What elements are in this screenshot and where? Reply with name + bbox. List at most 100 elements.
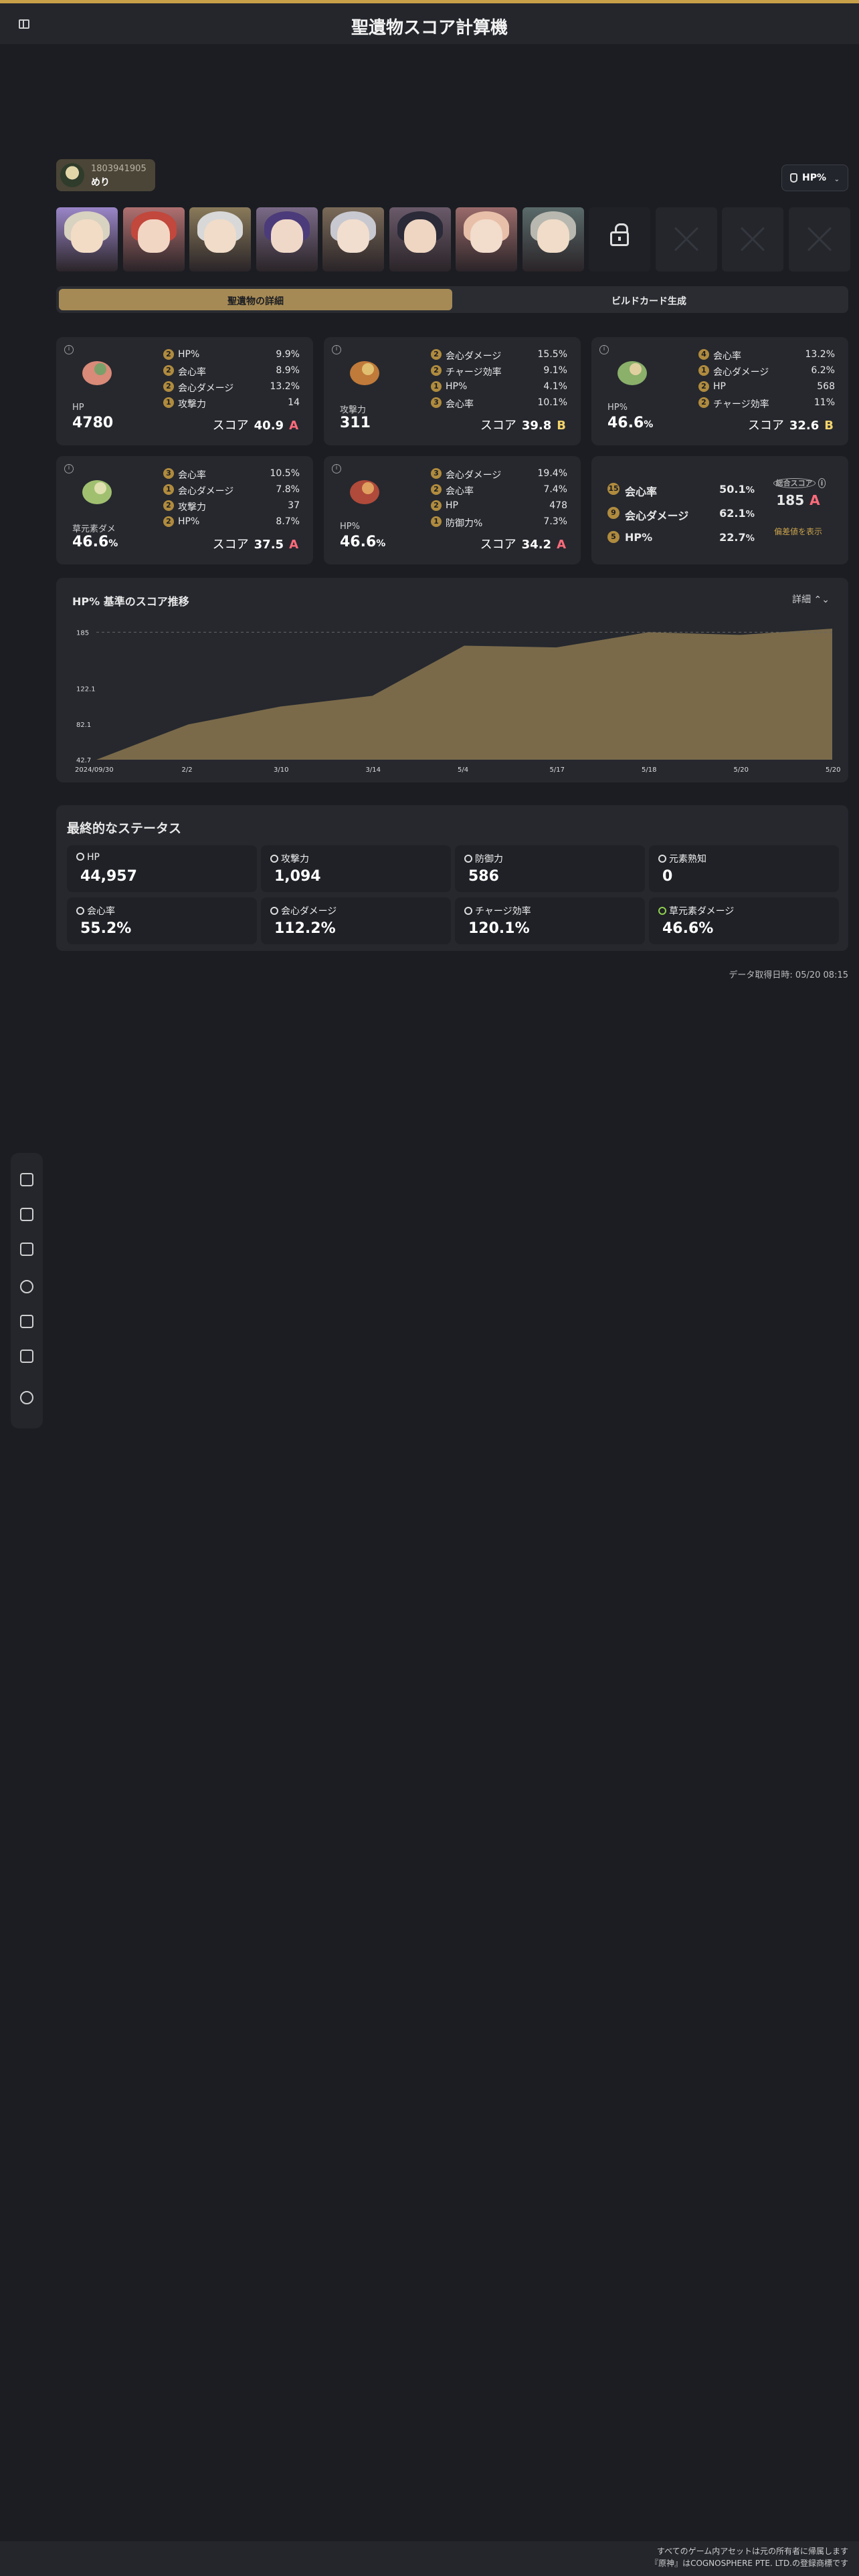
summary-stat-name: HP% [625, 531, 653, 544]
info-icon[interactable]: i [599, 345, 609, 354]
character-portrait[interactable] [322, 207, 384, 272]
substat-row: 2 HP% 8.7% [163, 515, 300, 528]
final-stat-name: 草元素ダメージ [658, 904, 734, 918]
final-stat: チャージ効率 120.1% [455, 897, 645, 944]
edit-icon[interactable] [20, 1208, 33, 1221]
score-type-select[interactable]: HP% ⌄ [781, 165, 848, 191]
substat-name: チャージ効率 [713, 399, 769, 410]
character-portrait[interactable] [256, 207, 318, 272]
character-portrait[interactable] [389, 207, 451, 272]
roll-count-badge: 3 [163, 468, 174, 479]
score-area [96, 629, 832, 760]
substat-name: 会心率 [446, 486, 474, 497]
character-portrait[interactable] [123, 207, 185, 272]
final-stat-value: 1,094 [274, 868, 321, 885]
info-icon[interactable]: i [332, 345, 341, 354]
side-rail [11, 1153, 43, 1428]
locked-slot [589, 207, 650, 272]
final-stat: 元素熟知 0 [649, 845, 839, 892]
tab-build-card[interactable]: ビルドカード生成 [452, 289, 846, 310]
character-portrait[interactable] [56, 207, 118, 272]
profile-badge[interactable]: 1803941905 めり [56, 159, 155, 191]
main-stat-label: 攻撃力 [340, 405, 367, 415]
artifact-score: スコア 34.2 A [480, 538, 566, 552]
substat-name: HP [713, 381, 726, 392]
main-stat-label: HP% [340, 522, 360, 532]
substat-value: 7.8% [276, 484, 300, 495]
final-stat-value: 112.2% [274, 920, 336, 937]
substat-value: 478 [549, 500, 567, 511]
info-icon[interactable]: i [818, 478, 826, 488]
total-score: 総合スコア i 185 A 偏差値を表示 [761, 476, 835, 537]
character-portrait[interactable] [456, 207, 517, 272]
roll-count-badge: 2 [698, 397, 709, 408]
roll-count-badge: 4 [698, 349, 709, 360]
substat-row: 1 防御力% 7.3% [431, 515, 567, 529]
total-score-label: 総合スコア i [761, 476, 835, 488]
summary-stat-value: 22.7% [719, 531, 755, 544]
globe-icon[interactable] [20, 1391, 33, 1404]
summary-stat-name: 会心率 [625, 486, 658, 498]
substat-name: 会心率 [178, 470, 206, 481]
artifact-icon [341, 469, 388, 512]
substat-name: 会心率 [446, 399, 474, 410]
footer: すべてのゲーム内アセットは元の所有者に帰属します 『原神』はCOGNOSPHER… [0, 2541, 859, 2576]
substat-row: 2 HP 568 [698, 380, 835, 393]
x-tick-label: 5/17 [550, 766, 565, 774]
shield-icon [464, 855, 472, 863]
roll-count-badge: 2 [431, 365, 442, 376]
show-deviation-link[interactable]: 偏差値を表示 [761, 526, 835, 537]
tab-artifact-details[interactable]: 聖遺物の詳細 [59, 289, 452, 310]
final-stat: 会心率 55.2% [67, 897, 257, 944]
substat-row: 2 HP 478 [431, 499, 567, 512]
artifact-icon [609, 350, 656, 393]
final-stat-name: 会心ダメージ [270, 904, 337, 918]
total-grade: A [809, 492, 820, 508]
score-trend-chart: HP% 基準のスコア推移 詳細 ⌃⌄ 185 122.1 82.1 42.7 2024/… [56, 578, 848, 782]
recharge-icon [464, 907, 472, 915]
substat-value: 37 [288, 500, 300, 511]
top-bar: 聖遺物スコア計算機 [0, 0, 859, 44]
substat-row: 1 会心ダメージ 7.8% [163, 483, 300, 497]
final-stat: 攻撃力 1,094 [261, 845, 451, 892]
substat-value: 7.3% [543, 516, 567, 527]
home-icon[interactable] [20, 1173, 33, 1186]
final-stat: 防御力 586 [455, 845, 645, 892]
substat-row: 3 会心ダメージ 19.4% [431, 467, 567, 481]
x-tick-label: 5/18 [642, 766, 656, 774]
character-portrait[interactable] [522, 207, 584, 272]
substat-name: HP% [178, 516, 200, 527]
artifact-card: i 攻撃力 311 2 会心ダメージ 15.5% 2 チャージ効率 9.1% 1 HP% 4.1% 3 会… [324, 337, 581, 445]
substat-name: 会心率 [178, 367, 206, 378]
y-tick-label: 42.7 [76, 757, 91, 764]
character-portrait[interactable] [189, 207, 251, 272]
roll-count-badge: 2 [431, 484, 442, 495]
info-icon[interactable]: i [64, 345, 74, 354]
substat-row: 2 会心率 7.4% [431, 483, 567, 497]
help-icon[interactable] [20, 1280, 33, 1293]
avatar [60, 163, 84, 187]
info-icon[interactable]: i [332, 464, 341, 473]
roll-count-badge: 2 [431, 349, 442, 360]
main-stat-value: 311 [340, 415, 371, 431]
chat-icon[interactable] [20, 1315, 33, 1328]
summary-stat-value: 62.1% [719, 507, 755, 520]
summary-row: 5 HP% 22.7% [607, 530, 755, 544]
substat-name: 攻撃力 [178, 399, 206, 410]
x-tick-label: 5/20 [826, 766, 840, 774]
footer-line-1: すべてのゲーム内アセットは元の所有者に帰属します [656, 2547, 848, 2556]
x-tick-label: 3/14 [366, 766, 381, 774]
final-stat: 会心ダメージ 112.2% [261, 897, 451, 944]
final-stats-title: 最終的なステータス [67, 821, 182, 836]
book-icon[interactable] [20, 1243, 33, 1256]
substat-value: 19.4% [537, 468, 567, 479]
info-icon[interactable]: i [64, 464, 74, 473]
final-stat-name: チャージ効率 [464, 904, 531, 918]
translate-icon[interactable] [20, 1350, 33, 1363]
y-tick-label: 122.1 [76, 686, 96, 693]
score-grade: A [289, 538, 298, 552]
character-list [56, 207, 850, 272]
main-stat-label: HP [72, 403, 84, 413]
substat-row: 1 HP% 4.1% [431, 380, 567, 393]
substat-value: 9.1% [543, 365, 567, 376]
